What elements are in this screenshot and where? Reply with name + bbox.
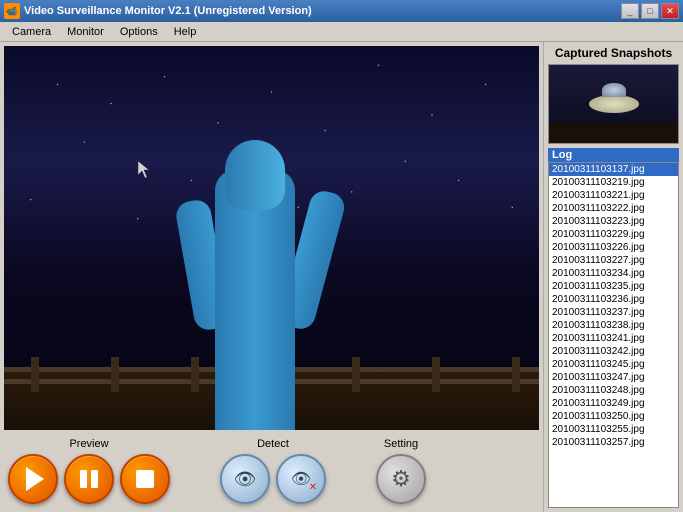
- log-item[interactable]: 20100311103234.jpg: [549, 267, 678, 280]
- setting-group: Setting ⚙: [376, 438, 426, 504]
- log-item[interactable]: 20100311103250.jpg: [549, 410, 678, 423]
- ufo-body: [589, 95, 639, 113]
- log-item[interactable]: 20100311103229.jpg: [549, 228, 678, 241]
- avatar-figure: [165, 110, 365, 430]
- log-list[interactable]: 20100311103137.jpg20100311103219.jpg2010…: [548, 162, 679, 508]
- maximize-button[interactable]: □: [641, 3, 659, 19]
- cursor-indicator: [138, 161, 150, 179]
- title-bar: 📹 Video Surveillance Monitor V2.1 (Unreg…: [0, 0, 683, 22]
- pause-icon: [80, 470, 98, 488]
- fence-post: [512, 357, 520, 392]
- video-background: [4, 46, 539, 430]
- right-panel: Captured Snapshots Log 20100311103137.jp…: [543, 42, 683, 512]
- play-button[interactable]: [8, 454, 58, 504]
- log-item[interactable]: 20100311103219.jpg: [549, 176, 678, 189]
- fence-post: [432, 357, 440, 392]
- log-item[interactable]: 20100311103249.jpg: [549, 397, 678, 410]
- log-item[interactable]: 20100311103255.jpg: [549, 423, 678, 436]
- minimize-button[interactable]: _: [621, 3, 639, 19]
- detect-buttons: 👁 👁: [220, 454, 326, 504]
- log-item[interactable]: 20100311103241.jpg: [549, 332, 678, 345]
- log-item[interactable]: 20100311103226.jpg: [549, 241, 678, 254]
- menu-bar: Camera Monitor Options Help: [0, 22, 683, 42]
- setting-buttons: ⚙: [376, 454, 426, 504]
- window-title: Video Surveillance Monitor V2.1 (Unregis…: [24, 5, 312, 17]
- play-icon: [26, 467, 44, 491]
- left-panel: Preview Detect: [0, 42, 543, 512]
- log-item[interactable]: 20100311103248.jpg: [549, 384, 678, 397]
- avatar-head: [225, 140, 285, 210]
- title-bar-left: 📹 Video Surveillance Monitor V2.1 (Unreg…: [4, 3, 312, 19]
- menu-monitor[interactable]: Monitor: [59, 24, 112, 40]
- preview-label: Preview: [69, 438, 108, 450]
- log-item[interactable]: 20100311103257.jpg: [549, 436, 678, 449]
- log-item[interactable]: 20100311103237.jpg: [549, 306, 678, 319]
- log-item[interactable]: 20100311103137.jpg: [549, 163, 678, 176]
- log-item[interactable]: 20100311103227.jpg: [549, 254, 678, 267]
- snapshots-label: Captured Snapshots: [548, 46, 679, 60]
- snapshot-preview[interactable]: [548, 64, 679, 144]
- menu-options[interactable]: Options: [112, 24, 166, 40]
- eye-icon: 👁: [234, 469, 257, 490]
- stop-icon: [136, 470, 154, 488]
- settings-button[interactable]: ⚙: [376, 454, 426, 504]
- log-item[interactable]: 20100311103235.jpg: [549, 280, 678, 293]
- log-item[interactable]: 20100311103221.jpg: [549, 189, 678, 202]
- fence-post: [111, 357, 119, 392]
- fence-post: [31, 357, 39, 392]
- log-item[interactable]: 20100311103236.jpg: [549, 293, 678, 306]
- setting-label: Setting: [384, 438, 418, 450]
- snapshot-fence: [549, 123, 678, 143]
- main-content: Preview Detect: [0, 42, 683, 512]
- log-item[interactable]: 20100311103245.jpg: [549, 358, 678, 371]
- close-button[interactable]: ✕: [661, 3, 679, 19]
- app-icon: 📹: [4, 3, 20, 19]
- preview-buttons: [8, 454, 170, 504]
- log-item[interactable]: 20100311103238.jpg: [549, 319, 678, 332]
- controls-area: Preview Detect: [4, 430, 539, 508]
- log-item[interactable]: 20100311103223.jpg: [549, 215, 678, 228]
- stop-button[interactable]: [120, 454, 170, 504]
- eye-x-icon: 👁: [291, 469, 311, 489]
- log-item[interactable]: 20100311103242.jpg: [549, 345, 678, 358]
- title-buttons: _ □ ✕: [621, 3, 679, 19]
- pause-button[interactable]: [64, 454, 114, 504]
- menu-camera[interactable]: Camera: [4, 24, 59, 40]
- video-area: [4, 46, 539, 430]
- detect-off-button[interactable]: 👁: [276, 454, 326, 504]
- detect-on-button[interactable]: 👁: [220, 454, 270, 504]
- gear-icon: ⚙: [391, 466, 411, 492]
- preview-group: Preview: [8, 438, 170, 504]
- log-item[interactable]: 20100311103247.jpg: [549, 371, 678, 384]
- log-label: Log: [548, 148, 679, 162]
- menu-help[interactable]: Help: [166, 24, 205, 40]
- ufo-dome: [602, 83, 626, 97]
- log-item[interactable]: 20100311103222.jpg: [549, 202, 678, 215]
- detect-label: Detect: [257, 438, 289, 450]
- detect-group: Detect 👁 👁: [220, 438, 326, 504]
